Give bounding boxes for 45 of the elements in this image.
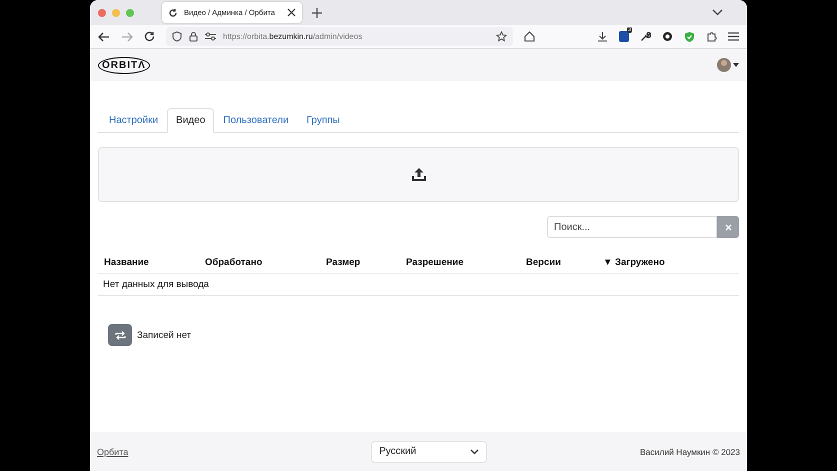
tab[interactable]: Пользователи (214, 108, 298, 133)
close-icon[interactable] (287, 8, 296, 17)
repeat-icon (114, 330, 126, 340)
tab[interactable]: Настройки (100, 108, 168, 133)
address-bar[interactable]: https://orbita.bezumkin.ru/admin/videos (166, 27, 513, 46)
chevron-down-icon (470, 448, 480, 454)
sliders-icon (205, 32, 216, 41)
lock-icon (189, 31, 198, 42)
close-icon (724, 224, 732, 230)
records-count: Записей нет (137, 330, 192, 340)
avatar-icon[interactable] (717, 58, 731, 72)
chevron-down-icon[interactable] (712, 9, 723, 16)
puzzle-icon[interactable] (706, 31, 717, 42)
back-icon[interactable] (98, 32, 110, 42)
close-window-icon[interactable] (98, 8, 106, 16)
shield-icon (172, 31, 182, 42)
home-icon[interactable] (524, 31, 535, 42)
shield-check-icon[interactable] (684, 30, 695, 42)
reload-icon (168, 8, 178, 18)
upload-icon (410, 167, 426, 182)
logo[interactable]: ORBITΛ (98, 56, 150, 74)
star-icon[interactable] (496, 31, 507, 42)
clear-button[interactable] (717, 216, 739, 238)
column-header[interactable]: Название (104, 256, 205, 268)
tab[interactable]: Видео (167, 108, 214, 133)
column-header[interactable]: Обработано (205, 256, 326, 268)
wrench-icon[interactable] (640, 31, 651, 42)
refresh-button[interactable] (108, 324, 132, 346)
reload-icon[interactable] (144, 31, 155, 42)
tab[interactable]: Группы (298, 108, 349, 133)
new-tab-icon[interactable] (312, 8, 322, 18)
empty-message: Нет данных для вывода (98, 274, 739, 296)
url-text: https://orbita.bezumkin.ru/admin/videos (223, 32, 362, 41)
column-header[interactable]: Размер (326, 256, 406, 268)
search-field[interactable]: Поиск... (547, 216, 717, 238)
download-icon[interactable] (597, 31, 608, 42)
column-header[interactable]: Разрешение (406, 256, 526, 268)
menu-icon[interactable] (728, 32, 739, 41)
column-header[interactable]: ▼ Загружено (603, 256, 733, 268)
column-header[interactable]: Версии (526, 256, 603, 268)
copyright: Василий Наумкин © 2023 (640, 446, 740, 456)
circle-icon[interactable] (662, 31, 673, 42)
caret-icon[interactable] (733, 63, 739, 67)
home-link[interactable]: Орбита (97, 446, 128, 456)
language-select[interactable]: Русский (371, 440, 488, 462)
